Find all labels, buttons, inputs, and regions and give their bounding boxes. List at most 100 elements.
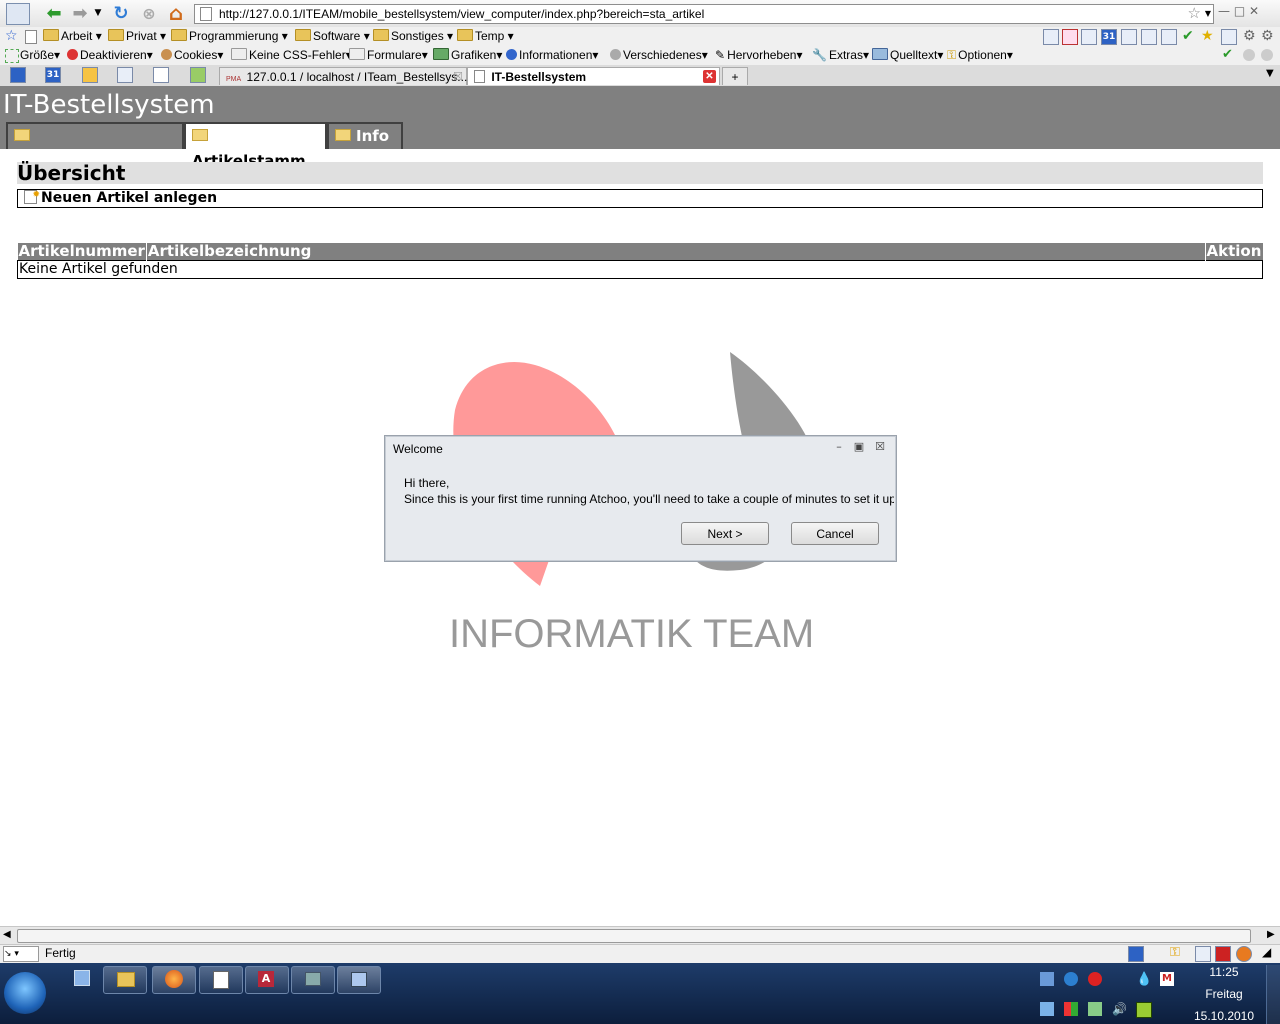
rss-icon[interactable] [1121,29,1137,45]
show-desktop-button[interactable] [1266,965,1280,1024]
devtool-hervorheben[interactable]: ✎ Hervorheben▾ [715,48,802,63]
tab-it-bestellsystem[interactable]: IT-Bestellsystem ✕ [467,67,720,85]
app-menu-icon[interactable] [6,3,30,25]
key-icon[interactable]: ⚿ [1170,945,1180,960]
start-button[interactable] [4,972,46,1014]
taskbar-explorer-button[interactable] [103,966,147,994]
show-desktop-icon[interactable] [74,970,90,986]
scroll-left-icon[interactable]: ◀ [3,929,11,940]
tab-artikelstamm[interactable]: Artikelstamm [184,122,327,170]
pinned-tab-icon[interactable] [10,67,26,83]
tab-list-dropdown-icon[interactable]: ▼ [1266,68,1274,79]
taskbar-firefox-button[interactable] [152,966,196,994]
devtool-css[interactable]: Keine CSS-Fehler▾ [231,48,352,63]
stop-icon[interactable]: ⊗ [138,2,160,24]
devtool-quelltext[interactable]: Quelltext▾ [872,48,943,63]
back-arrow-icon[interactable]: ⬅ [42,2,66,24]
star-bookmark-icon[interactable]: ☆ [1188,4,1201,22]
maximize-icon[interactable]: ▣ [853,441,865,453]
tray-teamviewer-icon[interactable] [1064,972,1078,986]
window-controls-icon[interactable]: — □ ✕ [1218,4,1259,18]
web-developer-toolbar: Größe▾ Deaktivieren▾ Cookies▾ Keine CSS-… [0,46,1280,65]
tray-windows-icon[interactable] [1064,1002,1078,1016]
calendar-icon[interactable]: 31 [1101,29,1117,45]
taskbar-atchoo-button[interactable] [337,966,381,994]
star-icon[interactable]: ☆ [5,28,18,44]
scrollbar-thumb[interactable] [17,929,1251,943]
taskbar-access-button[interactable]: A [245,966,289,994]
home-icon[interactable]: ⌂ [164,1,188,25]
tray-dropbox-icon[interactable] [1040,1002,1054,1016]
addon-icon-1[interactable] [1043,29,1059,45]
status-dropdown[interactable]: ↘ ▾ [3,946,39,962]
bookmark-folder-privat[interactable]: Privat ▾ [108,29,166,44]
bookmark-folder-sonstiges[interactable]: Sonstiges ▾ [373,29,453,44]
cancel-button[interactable]: Cancel [791,522,879,545]
mail-icon[interactable] [1195,946,1211,962]
pinned-rss-icon[interactable] [117,67,133,83]
devtool-groesse[interactable]: Größe▾ [20,48,60,63]
new-article-link[interactable]: ✹ Neuen Artikel anlegen [17,189,1263,208]
clock-day[interactable]: Freitag [1189,987,1259,1001]
bookmark-folder-programmierung[interactable]: Programmierung ▾ [171,29,288,44]
pdf-icon[interactable] [1215,946,1231,962]
reload-icon[interactable]: ↻ [110,2,132,24]
table-header-row: Artikelnummer Artikelbezeichnung Aktion [17,243,1263,261]
devtool-deaktivieren[interactable]: Deaktivieren▾ [67,48,153,63]
gmail-icon[interactable] [1062,29,1078,45]
pma-icon: PMA [226,76,242,83]
bookmark-folder-temp[interactable]: Temp ▾ [457,29,514,44]
tab-info[interactable]: Info [327,122,403,149]
tray-network-icon[interactable] [1088,1002,1102,1016]
devtool-informationen[interactable]: Informationen▾ [506,48,598,63]
status-addon-icon[interactable] [1128,946,1144,962]
devtool-grafiken[interactable]: Grafiken▾ [433,48,502,63]
bookmark-folder-software[interactable]: Software ▾ [295,29,370,44]
next-button[interactable]: Next > [681,522,769,545]
url-dropdown-icon[interactable]: ▼ [1205,5,1211,23]
checkmark-icon[interactable]: ✔ [1182,28,1194,44]
firefox-status-icon[interactable] [1236,946,1252,962]
bookmark-folder-arbeit[interactable]: Arbeit ▾ [43,29,102,44]
forward-arrow-icon[interactable]: ➡ [68,2,92,24]
pinned-tab-icon[interactable] [82,67,98,83]
pinned-calendar-icon[interactable]: 31 [45,67,61,83]
tray-media-icon[interactable] [1088,972,1102,986]
tray-drop-icon[interactable]: 💧 [1136,972,1152,987]
tab-bestellvorschlaege[interactable]: Bestellvorschläge [6,122,184,170]
favorite-star-icon[interactable]: ★ [1201,28,1214,44]
taskbar-notepad-button[interactable] [199,966,243,994]
devtool-formulare[interactable]: Formulare▾ [349,48,428,63]
pinned-page-icon[interactable] [153,67,169,83]
blank-page-icon[interactable] [25,30,37,44]
close-icon[interactable]: ☒ [874,441,886,453]
addon-icon-3[interactable] [1221,29,1237,45]
folder-icon [373,29,389,41]
settings-icon[interactable]: ⚙ [1261,28,1274,44]
tray-gmail-icon[interactable]: M [1160,972,1174,986]
tab-phpmyadmin[interactable]: PMA 127.0.0.1 / localhost / ITeam_Bestel… [219,67,467,85]
clock-time[interactable]: 11:25 [1189,965,1259,979]
close-tab-icon[interactable]: ✕ [703,70,716,83]
chart-icon[interactable] [1141,29,1157,45]
devtool-verschiedenes[interactable]: Verschiedenes▾ [610,48,708,63]
close-tab-icon[interactable]: ☒ [453,68,463,86]
devtool-cookies[interactable]: Cookies▾ [161,48,223,63]
user-icon[interactable] [1161,29,1177,45]
new-tab-button[interactable]: + [722,67,748,85]
pinned-tab-icon[interactable] [190,67,206,83]
tray-volume-icon[interactable]: 🔊 [1112,1002,1127,1016]
history-dropdown-icon[interactable]: ▼ [93,5,103,21]
devtool-optionen[interactable]: ⚿ Optionen▾ [947,48,1013,63]
taskbar-network-button[interactable] [291,966,335,994]
validation-check-icon[interactable]: ✔ [1222,47,1233,62]
addon-icon-2[interactable] [1081,29,1097,45]
devtool-extras[interactable]: 🔧 Extras▾ [812,48,869,63]
address-bar[interactable]: http://127.0.0.1/ITEAM/mobile_bestellsys… [194,4,1214,24]
scroll-right-icon[interactable]: ▶ [1267,929,1275,940]
tray-display-icon[interactable] [1040,972,1054,986]
gear-icon[interactable]: ⚙ [1243,28,1256,44]
tray-nvidia-icon[interactable] [1136,1002,1152,1018]
minimize-icon[interactable]: – [833,441,845,453]
clock-date[interactable]: 15.10.2010 [1189,1009,1259,1023]
